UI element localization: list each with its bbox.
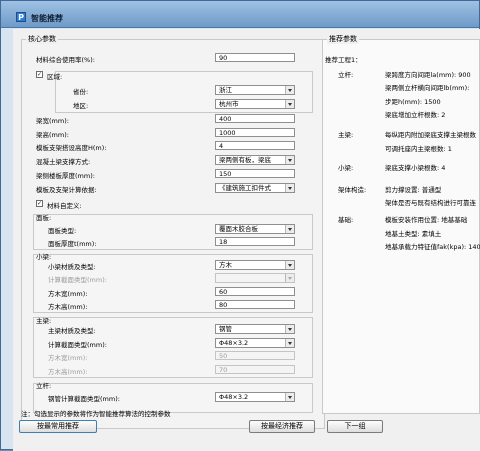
province-dropdown-icon[interactable] — [285, 86, 294, 94]
rec-row-8: 剪力撑设置: 普通型 — [385, 186, 442, 194]
small-beam-material-label: 小梁材质及类型: — [48, 263, 96, 271]
province-label: 省份: — [73, 88, 89, 96]
rec-row-12: 地基承载力特征值fak(kpa): 140 — [385, 243, 480, 251]
small-beam-material-dropdown-icon[interactable] — [285, 261, 294, 269]
calc-basis-dropdown-icon[interactable] — [285, 184, 294, 192]
concrete-support-value: 梁两侧有板，梁底 — [219, 156, 271, 164]
support-height-input[interactable]: 4 — [215, 141, 295, 150]
main-beam-section-value: Φ48×3.2 — [219, 339, 249, 347]
recommend-common-button[interactable]: 按最常用推荐 — [19, 420, 97, 433]
small-beam-height-input[interactable]: 80 — [215, 300, 295, 309]
slab-thickness-input[interactable]: 150 — [215, 169, 295, 178]
pole-section-label: 钢管计算截面类型(mm): — [48, 395, 120, 403]
recommend-params-title: 推荐参数 — [327, 34, 359, 44]
panel-type-value: 覆面木胶合板 — [219, 225, 258, 233]
material-rate-input[interactable]: 90 — [215, 53, 295, 62]
rec-row-6: 可调托座内主梁根数: 1 — [385, 145, 452, 153]
main-beam-material-dropdown-icon[interactable] — [285, 325, 294, 333]
main-beam-material-label: 主梁材质及类型: — [48, 327, 96, 335]
area-label: 地区: — [73, 102, 89, 110]
custom-material-checkbox[interactable]: ✓ — [36, 200, 43, 207]
panel-type-select[interactable]: 覆面木胶合板 — [215, 224, 295, 234]
pole-section-value: Φ48×3.2 — [219, 393, 249, 401]
rec-row-4: 梁底增加立杆根数: 2 — [385, 111, 446, 119]
rec-row-10: 模板安装作用位置: 地基基础 — [385, 216, 468, 224]
rec-cat-small-beam: 小梁: — [338, 164, 354, 172]
area-value: 杭州市 — [219, 100, 239, 108]
beam-width-input[interactable]: 400 — [215, 114, 295, 123]
calc-basis-value: 《建筑施工扣件式 — [219, 184, 271, 192]
rec-cat-frame: 架体构造: — [338, 186, 367, 194]
main-beam-width-input[interactable]: 50 — [215, 351, 295, 360]
region-label: 区域: — [47, 73, 63, 81]
main-beam-width-label: 方木宽(mm): — [48, 354, 88, 362]
main-beam-section-label: 计算截面类型(mm): — [48, 341, 107, 349]
window-title: 智能推荐 — [31, 14, 63, 23]
small-beam-section-dropdown-icon[interactable] — [285, 274, 294, 282]
material-rate-label: 材料综合使用率(%): — [36, 56, 95, 64]
calc-basis-select[interactable]: 《建筑施工扣件式 — [215, 183, 295, 193]
pole-title: 立杆: — [36, 382, 52, 390]
main-beam-section-select[interactable]: Φ48×3.2 — [215, 338, 295, 348]
small-beam-height-label: 方木高(mm): — [48, 303, 88, 311]
small-beam-section-label: 计算截面类型(mm): — [48, 276, 107, 284]
panel-type-dropdown-icon[interactable] — [285, 225, 294, 233]
calc-basis-label: 模板及支架计算依据: — [36, 186, 97, 194]
small-beam-material-value: 方木 — [219, 261, 232, 269]
core-params-title: 核心参数 — [26, 34, 58, 44]
main-beam-material-value: 钢管 — [219, 325, 232, 333]
main-beam-section-dropdown-icon[interactable] — [285, 339, 294, 347]
slab-thickness-label: 梁侧楼板厚度(mm): — [36, 172, 95, 180]
recommend-scheme-title: 推荐工程1： — [325, 56, 362, 64]
app-icon: P — [16, 12, 26, 22]
main-beam-material-select[interactable]: 钢管 — [215, 324, 295, 334]
beam-height-label: 梁高(mm): — [36, 131, 69, 139]
rec-row-7: 梁底支撑小梁根数: 4 — [385, 164, 446, 172]
beam-height-input[interactable]: 1000 — [215, 128, 295, 137]
rec-row-11: 地基土类型: 素填土 — [385, 230, 442, 238]
pole-section-dropdown-icon[interactable] — [285, 393, 294, 401]
beam-width-label: 梁宽(mm): — [36, 117, 69, 125]
concrete-support-label: 混凝土梁支撑方式: — [36, 158, 91, 166]
area-select[interactable]: 杭州市 — [215, 99, 295, 109]
panel-title: 面板: — [36, 214, 52, 222]
panel-thickness-label: 面板厚度t(mm): — [48, 240, 97, 248]
panel-type-label: 面板类型: — [48, 227, 77, 235]
area-dropdown-icon[interactable] — [285, 100, 294, 108]
small-beam-width-label: 方木宽(mm): — [48, 290, 88, 298]
rec-row-9: 架体是否与既有结构进行可靠连 — [385, 199, 476, 207]
small-beam-material-select[interactable]: 方木 — [215, 260, 295, 270]
region-checkbox[interactable]: ✓ — [36, 71, 43, 78]
note-text: 注：勾选显示的参数将作为智能推荐算法的控制参数 — [21, 410, 171, 418]
rec-row-5: 每纵距内附加梁底支撑主梁根数 — [385, 131, 476, 139]
small-beam-title: 小梁: — [36, 253, 52, 261]
dialog-body: 核心参数 材料综合使用率(%): 90 ✓ 区域: 省份: 浙江 地区: 杭州市… — [13, 29, 480, 451]
main-beam-height-input[interactable]: 70 — [215, 365, 295, 374]
rec-row-3: 步距h(mm): 1500 — [385, 98, 441, 106]
province-select[interactable]: 浙江 — [215, 85, 295, 95]
recommend-economy-button[interactable]: 按最经济推荐 — [249, 420, 315, 433]
rec-row-2: 梁两侧立杆横向间距lb(mm): — [385, 84, 470, 92]
rec-cat-main-beam: 主梁: — [338, 131, 354, 139]
recommend-window: P 智能推荐 核心参数 材料综合使用率(%): 90 ✓ 区域: 省份: 浙江 … — [0, 0, 480, 451]
main-beam-height-label: 方木高(mm): — [48, 368, 88, 376]
pole-section-select[interactable]: Φ48×3.2 — [215, 392, 295, 402]
custom-material-label: 材料自定义: — [47, 202, 82, 210]
province-value: 浙江 — [219, 86, 232, 94]
rec-row-1: 梁跨度方向间距la(mm): 900 — [385, 71, 471, 79]
panel-thickness-input[interactable]: 18 — [215, 237, 295, 246]
main-beam-title: 主梁: — [36, 317, 52, 325]
concrete-dropdown-icon[interactable] — [285, 156, 294, 164]
small-beam-width-input[interactable]: 60 — [215, 287, 295, 296]
rec-cat-foundation: 基础: — [338, 216, 354, 224]
next-group-button[interactable]: 下一组 — [327, 420, 383, 433]
support-height-label: 模板支架搭设高度H(m): — [36, 144, 107, 152]
small-beam-section-select[interactable] — [215, 273, 295, 283]
concrete-support-select[interactable]: 梁两侧有板，梁底 — [215, 155, 295, 165]
title-bar[interactable]: P 智能推荐 — [1, 1, 479, 28]
rec-cat-pole: 立杆: — [338, 71, 354, 79]
